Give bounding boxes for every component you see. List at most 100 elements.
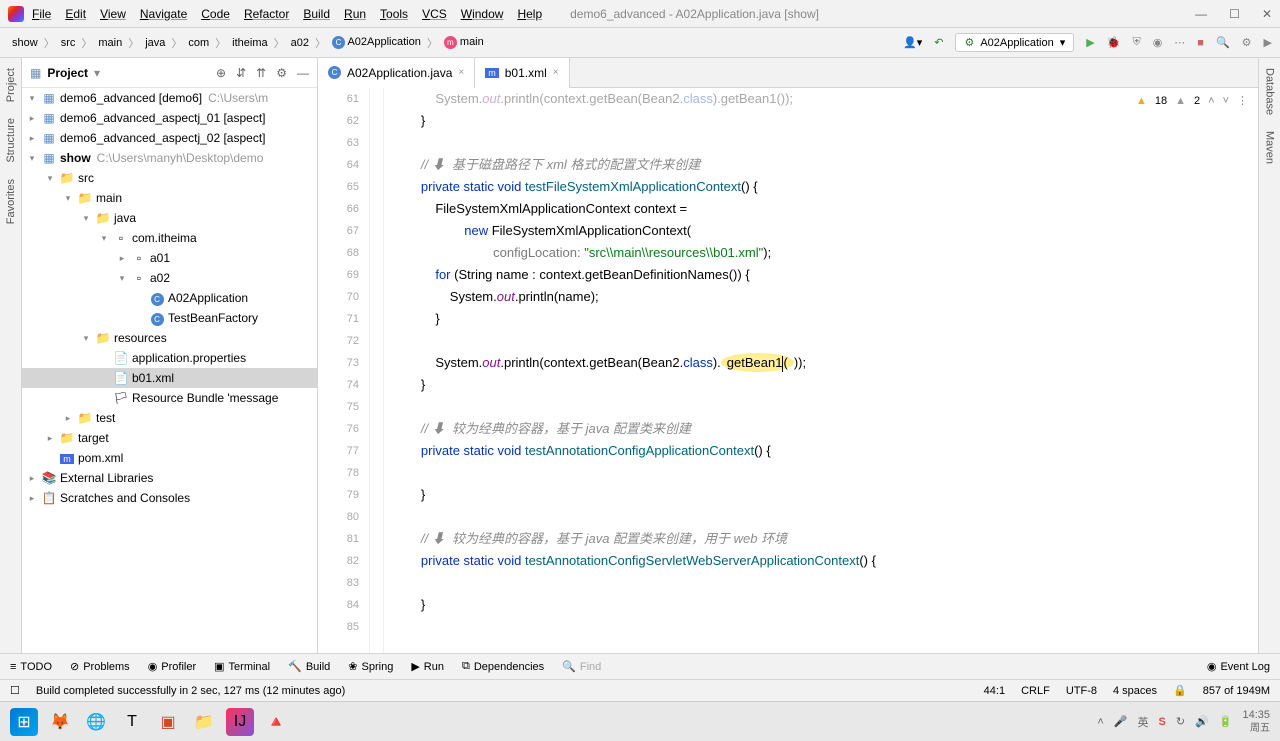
run-tab[interactable]: ▶ Run bbox=[411, 660, 444, 673]
encoding[interactable]: UTF-8 bbox=[1066, 685, 1097, 697]
editor-tab[interactable]: mb01.xml× bbox=[475, 58, 569, 88]
menu-file[interactable]: File bbox=[32, 7, 51, 21]
tree-item[interactable]: ▸📚External Libraries bbox=[22, 468, 317, 488]
minimize-icon[interactable]: — bbox=[1195, 7, 1207, 21]
firefox-icon[interactable]: 🦊 bbox=[46, 708, 74, 736]
expand-all-icon[interactable]: ⇵ bbox=[236, 66, 246, 80]
tree-item[interactable]: ▾▫com.itheima bbox=[22, 228, 317, 248]
breadcrumb-src[interactable]: src bbox=[57, 35, 80, 51]
tray-chevron-icon[interactable]: ˄ bbox=[1097, 716, 1103, 728]
tray-sound-icon[interactable]: 🔊 bbox=[1195, 715, 1209, 728]
edge-icon[interactable]: 🌐 bbox=[82, 708, 110, 736]
code-content[interactable]: System.out.println(context.getBean(Bean2… bbox=[384, 88, 1258, 653]
tree-item[interactable]: 📄b01.xml bbox=[22, 368, 317, 388]
menu-edit[interactable]: Edit bbox=[65, 7, 86, 21]
close-tab-icon[interactable]: × bbox=[458, 67, 464, 78]
tray-mic-icon[interactable]: 🎤 bbox=[1114, 715, 1128, 728]
project-tree[interactable]: ▾▦demo6_advanced [demo6]C:\Users\m▸▦demo… bbox=[22, 88, 317, 653]
tree-item[interactable]: ▾▦demo6_advanced [demo6]C:\Users\m bbox=[22, 88, 317, 108]
search-icon[interactable]: 🔍 bbox=[1216, 36, 1230, 49]
explorer-icon[interactable]: 📁 bbox=[190, 708, 218, 736]
tree-item[interactable]: ▸📋Scratches and Consoles bbox=[22, 488, 317, 508]
tool-project[interactable]: Project bbox=[5, 68, 17, 102]
tree-item[interactable]: ▸▫a01 bbox=[22, 248, 317, 268]
dependencies-tab[interactable]: ⧉ Dependencies bbox=[462, 660, 544, 673]
profile-icon[interactable]: ◉ bbox=[1153, 36, 1163, 49]
collapse-all-icon[interactable]: ⇈ bbox=[256, 66, 266, 80]
tool-maven[interactable]: Maven bbox=[1264, 131, 1276, 164]
breadcrumb-a02[interactable]: a02 bbox=[287, 35, 313, 51]
tree-item[interactable]: ▸📁target bbox=[22, 428, 317, 448]
settings-icon[interactable]: ⚙ bbox=[1242, 36, 1252, 49]
breadcrumb-class[interactable]: C A02Application bbox=[328, 34, 425, 51]
select-opened-icon[interactable]: ⊕ bbox=[216, 66, 226, 80]
help-icon[interactable]: ▶ bbox=[1264, 36, 1272, 49]
tray-sync-icon[interactable]: ↻ bbox=[1176, 715, 1185, 728]
status-hide-icon[interactable]: ☐ bbox=[10, 684, 20, 697]
back-arrow-icon[interactable]: ↶ bbox=[934, 36, 943, 49]
menu-navigate[interactable]: Navigate bbox=[140, 7, 187, 21]
tree-item[interactable]: ▾📁resources bbox=[22, 328, 317, 348]
menu-tools[interactable]: Tools bbox=[380, 7, 408, 21]
tree-item[interactable]: ▾▦showC:\Users\manyh\Desktop\demo bbox=[22, 148, 317, 168]
tree-item[interactable]: ▸▦demo6_advanced_aspectj_02 [aspect] bbox=[22, 128, 317, 148]
settings-icon[interactable]: ⚙ bbox=[276, 66, 287, 80]
editor-tab[interactable]: CA02Application.java× bbox=[318, 58, 475, 88]
intellij-icon[interactable]: IJ bbox=[226, 708, 254, 736]
breadcrumb-show[interactable]: show bbox=[8, 35, 42, 51]
text-icon[interactable]: T bbox=[118, 708, 146, 736]
tool-database[interactable]: Database bbox=[1264, 68, 1276, 115]
menu-code[interactable]: Code bbox=[201, 7, 230, 21]
menu-help[interactable]: Help bbox=[517, 7, 542, 21]
menu-window[interactable]: Window bbox=[461, 7, 504, 21]
find-tab[interactable]: 🔍 Find bbox=[562, 660, 601, 673]
inspection-indicators[interactable]: ▲18 ▲2 ˄˅ ⋮ bbox=[1136, 94, 1248, 107]
tree-item[interactable]: CA02Application bbox=[22, 288, 317, 308]
powerpoint-icon[interactable]: ▣ bbox=[154, 708, 182, 736]
build-tab[interactable]: 🔨 Build bbox=[288, 660, 330, 673]
tool-favorites[interactable]: Favorites bbox=[5, 179, 17, 224]
problems-tab[interactable]: ⊘ Problems bbox=[70, 660, 130, 673]
tool-structure[interactable]: Structure bbox=[5, 118, 17, 163]
menu-vcs[interactable]: VCS bbox=[422, 7, 447, 21]
cursor-position[interactable]: 44:1 bbox=[984, 685, 1005, 697]
event-log-tab[interactable]: ◉ Event Log bbox=[1207, 660, 1270, 673]
breadcrumb-com[interactable]: com bbox=[184, 35, 213, 51]
close-tab-icon[interactable]: × bbox=[553, 67, 559, 78]
tree-item[interactable]: ▾📁main bbox=[22, 188, 317, 208]
breadcrumb-method[interactable]: m main bbox=[440, 34, 488, 51]
close-icon[interactable]: ✕ bbox=[1262, 7, 1272, 21]
tray-lang-icon[interactable]: 英 bbox=[1138, 714, 1149, 730]
spring-tab[interactable]: ❀ Spring bbox=[348, 660, 393, 673]
stop-icon[interactable]: ■ bbox=[1197, 37, 1204, 49]
indent[interactable]: 4 spaces bbox=[1113, 685, 1157, 697]
user-icon[interactable]: 👤▾ bbox=[903, 36, 922, 49]
tree-item[interactable]: ▸▦demo6_advanced_aspectj_01 [aspect] bbox=[22, 108, 317, 128]
start-icon[interactable]: ⊞ bbox=[10, 708, 38, 736]
line-ending[interactable]: CRLF bbox=[1021, 685, 1050, 697]
tree-item[interactable]: CTestBeanFactory bbox=[22, 308, 317, 328]
tray-ime-icon[interactable]: S bbox=[1159, 716, 1166, 728]
attach-icon[interactable]: ⋯ bbox=[1174, 36, 1185, 49]
profiler-tab[interactable]: ◉ Profiler bbox=[148, 660, 196, 673]
debug-icon[interactable]: 🐞 bbox=[1107, 36, 1121, 49]
vlc-icon[interactable]: 🔺 bbox=[262, 708, 290, 736]
tree-item[interactable]: ▾📁src bbox=[22, 168, 317, 188]
breadcrumb-itheima[interactable]: itheima bbox=[228, 35, 271, 51]
menu-view[interactable]: View bbox=[100, 7, 126, 21]
terminal-tab[interactable]: ▣ Terminal bbox=[214, 660, 270, 673]
tree-item[interactable]: ▾📁java bbox=[22, 208, 317, 228]
tree-item[interactable]: 📄application.properties bbox=[22, 348, 317, 368]
run-config-selector[interactable]: ⚙A02Application▾ bbox=[955, 33, 1074, 52]
tree-item[interactable]: mpom.xml bbox=[22, 448, 317, 468]
maximize-icon[interactable]: ☐ bbox=[1229, 7, 1240, 21]
tree-item[interactable]: ▾▫a02 bbox=[22, 268, 317, 288]
tree-item[interactable]: 🏳Resource Bundle 'message bbox=[22, 388, 317, 408]
coverage-icon[interactable]: ⛨ bbox=[1132, 36, 1140, 49]
tree-item[interactable]: ▸📁test bbox=[22, 408, 317, 428]
menu-refactor[interactable]: Refactor bbox=[244, 7, 289, 21]
breadcrumb-main[interactable]: main bbox=[94, 35, 126, 51]
menu-run[interactable]: Run bbox=[344, 7, 366, 21]
todo-tab[interactable]: ≡ TODO bbox=[10, 661, 52, 673]
run-icon[interactable]: ▶ bbox=[1086, 36, 1094, 49]
